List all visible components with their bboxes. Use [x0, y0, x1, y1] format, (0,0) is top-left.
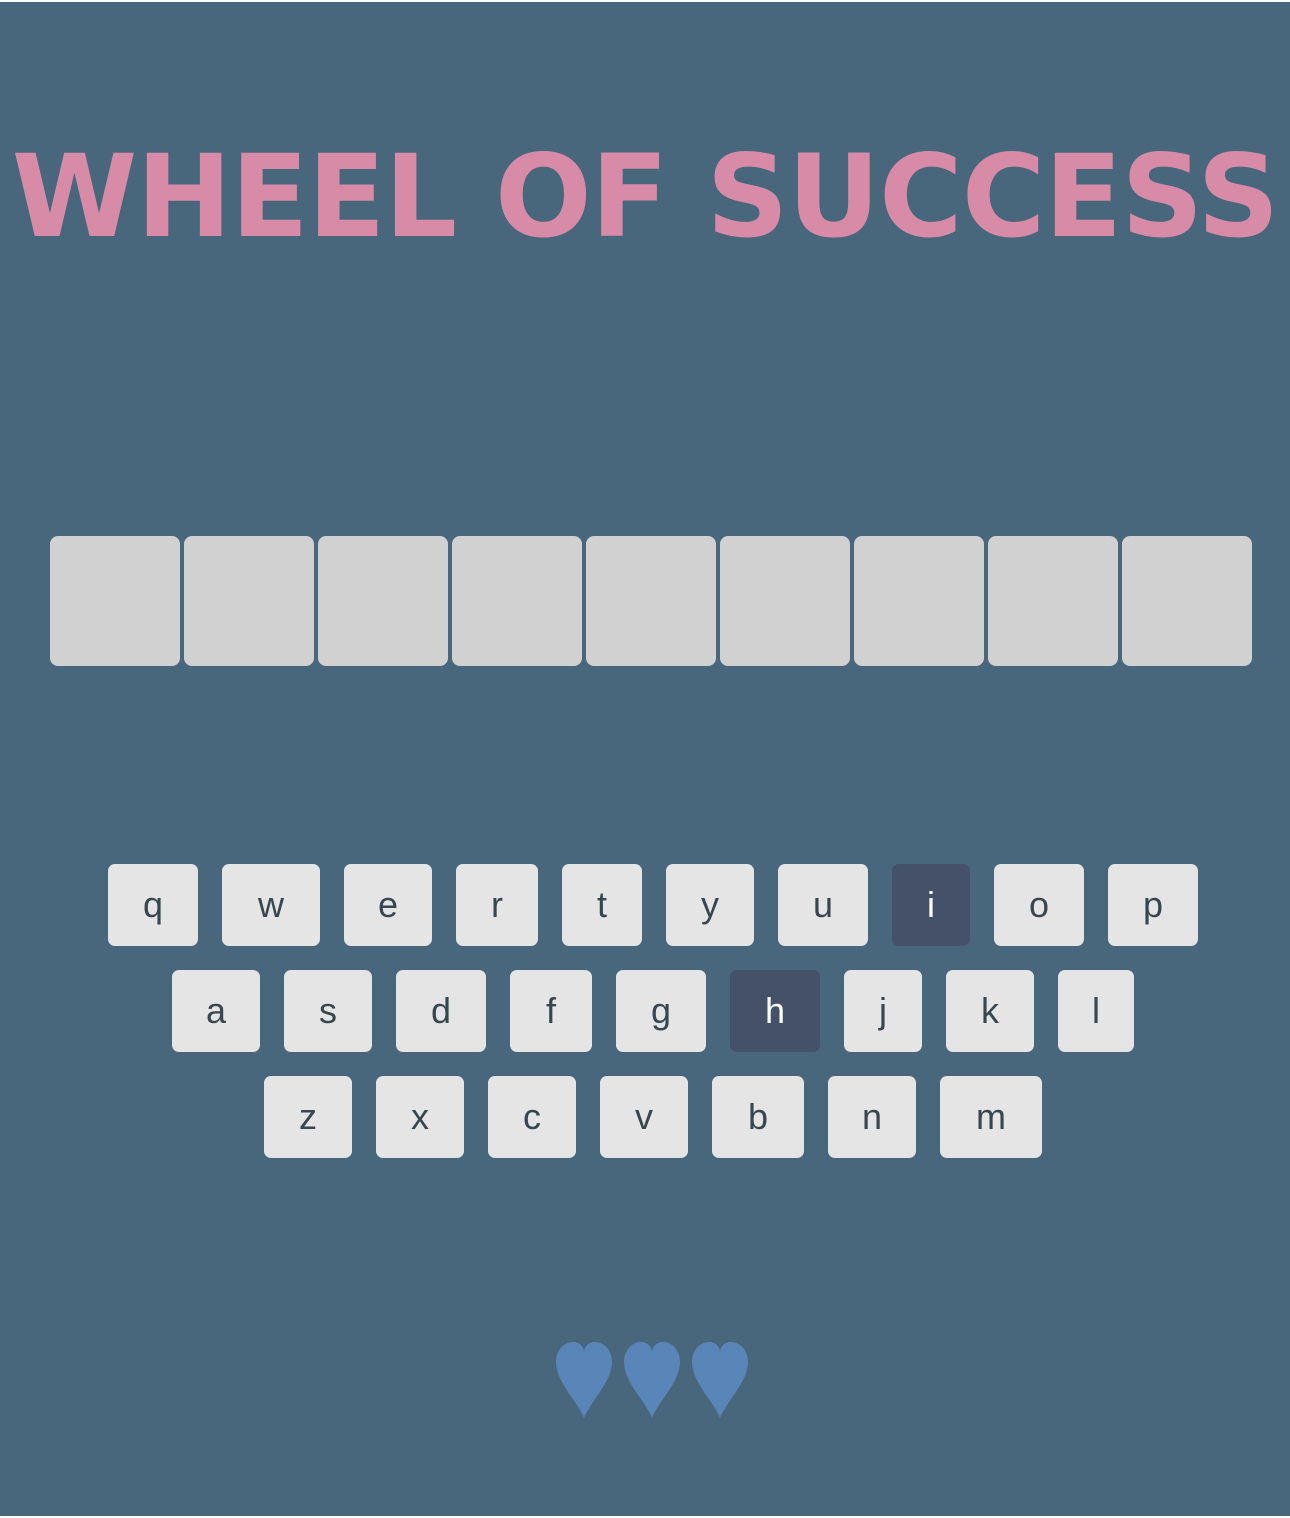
- key-w[interactable]: w: [222, 864, 320, 946]
- key-v[interactable]: v: [600, 1076, 688, 1158]
- letter-tile: [586, 536, 716, 666]
- game-title: WHEEL OF SUCCESS: [11, 130, 1280, 263]
- lives-remaining: [552, 1338, 752, 1420]
- key-q[interactable]: q: [108, 864, 198, 946]
- key-s[interactable]: s: [284, 970, 372, 1052]
- key-a[interactable]: a: [172, 970, 260, 1052]
- key-p[interactable]: p: [1108, 864, 1198, 946]
- key-m[interactable]: m: [940, 1076, 1042, 1158]
- letter-tile: [452, 536, 582, 666]
- key-c[interactable]: c: [488, 1076, 576, 1158]
- heart-icon: [624, 1342, 680, 1418]
- letter-tile: [50, 536, 180, 666]
- key-z[interactable]: z: [264, 1076, 352, 1158]
- key-l[interactable]: l: [1058, 970, 1134, 1052]
- key-e[interactable]: e: [344, 864, 432, 946]
- key-d[interactable]: d: [396, 970, 486, 1052]
- letter-tile: [720, 536, 850, 666]
- letter-tile: [988, 536, 1118, 666]
- key-g[interactable]: g: [616, 970, 706, 1052]
- key-f[interactable]: f: [510, 970, 592, 1052]
- key-i[interactable]: i: [892, 864, 970, 946]
- key-h[interactable]: h: [730, 970, 820, 1052]
- key-o[interactable]: o: [994, 864, 1084, 946]
- key-x[interactable]: x: [376, 1076, 464, 1158]
- key-j[interactable]: j: [844, 970, 922, 1052]
- key-b[interactable]: b: [712, 1076, 804, 1158]
- key-t[interactable]: t: [562, 864, 642, 946]
- phrase-board: [50, 536, 1252, 666]
- key-r[interactable]: r: [456, 864, 538, 946]
- letter-tile: [318, 536, 448, 666]
- key-n[interactable]: n: [828, 1076, 916, 1158]
- letter-tile: [184, 536, 314, 666]
- key-k[interactable]: k: [946, 970, 1034, 1052]
- game-board: WHEEL OF SUCCESS qwertyuiop asdfghjkl zx…: [0, 2, 1290, 1516]
- letter-tile: [1122, 536, 1252, 666]
- letter-tile: [854, 536, 984, 666]
- key-u[interactable]: u: [778, 864, 868, 946]
- heart-icon: [556, 1342, 612, 1418]
- key-y[interactable]: y: [666, 864, 754, 946]
- heart-icon: [692, 1342, 748, 1418]
